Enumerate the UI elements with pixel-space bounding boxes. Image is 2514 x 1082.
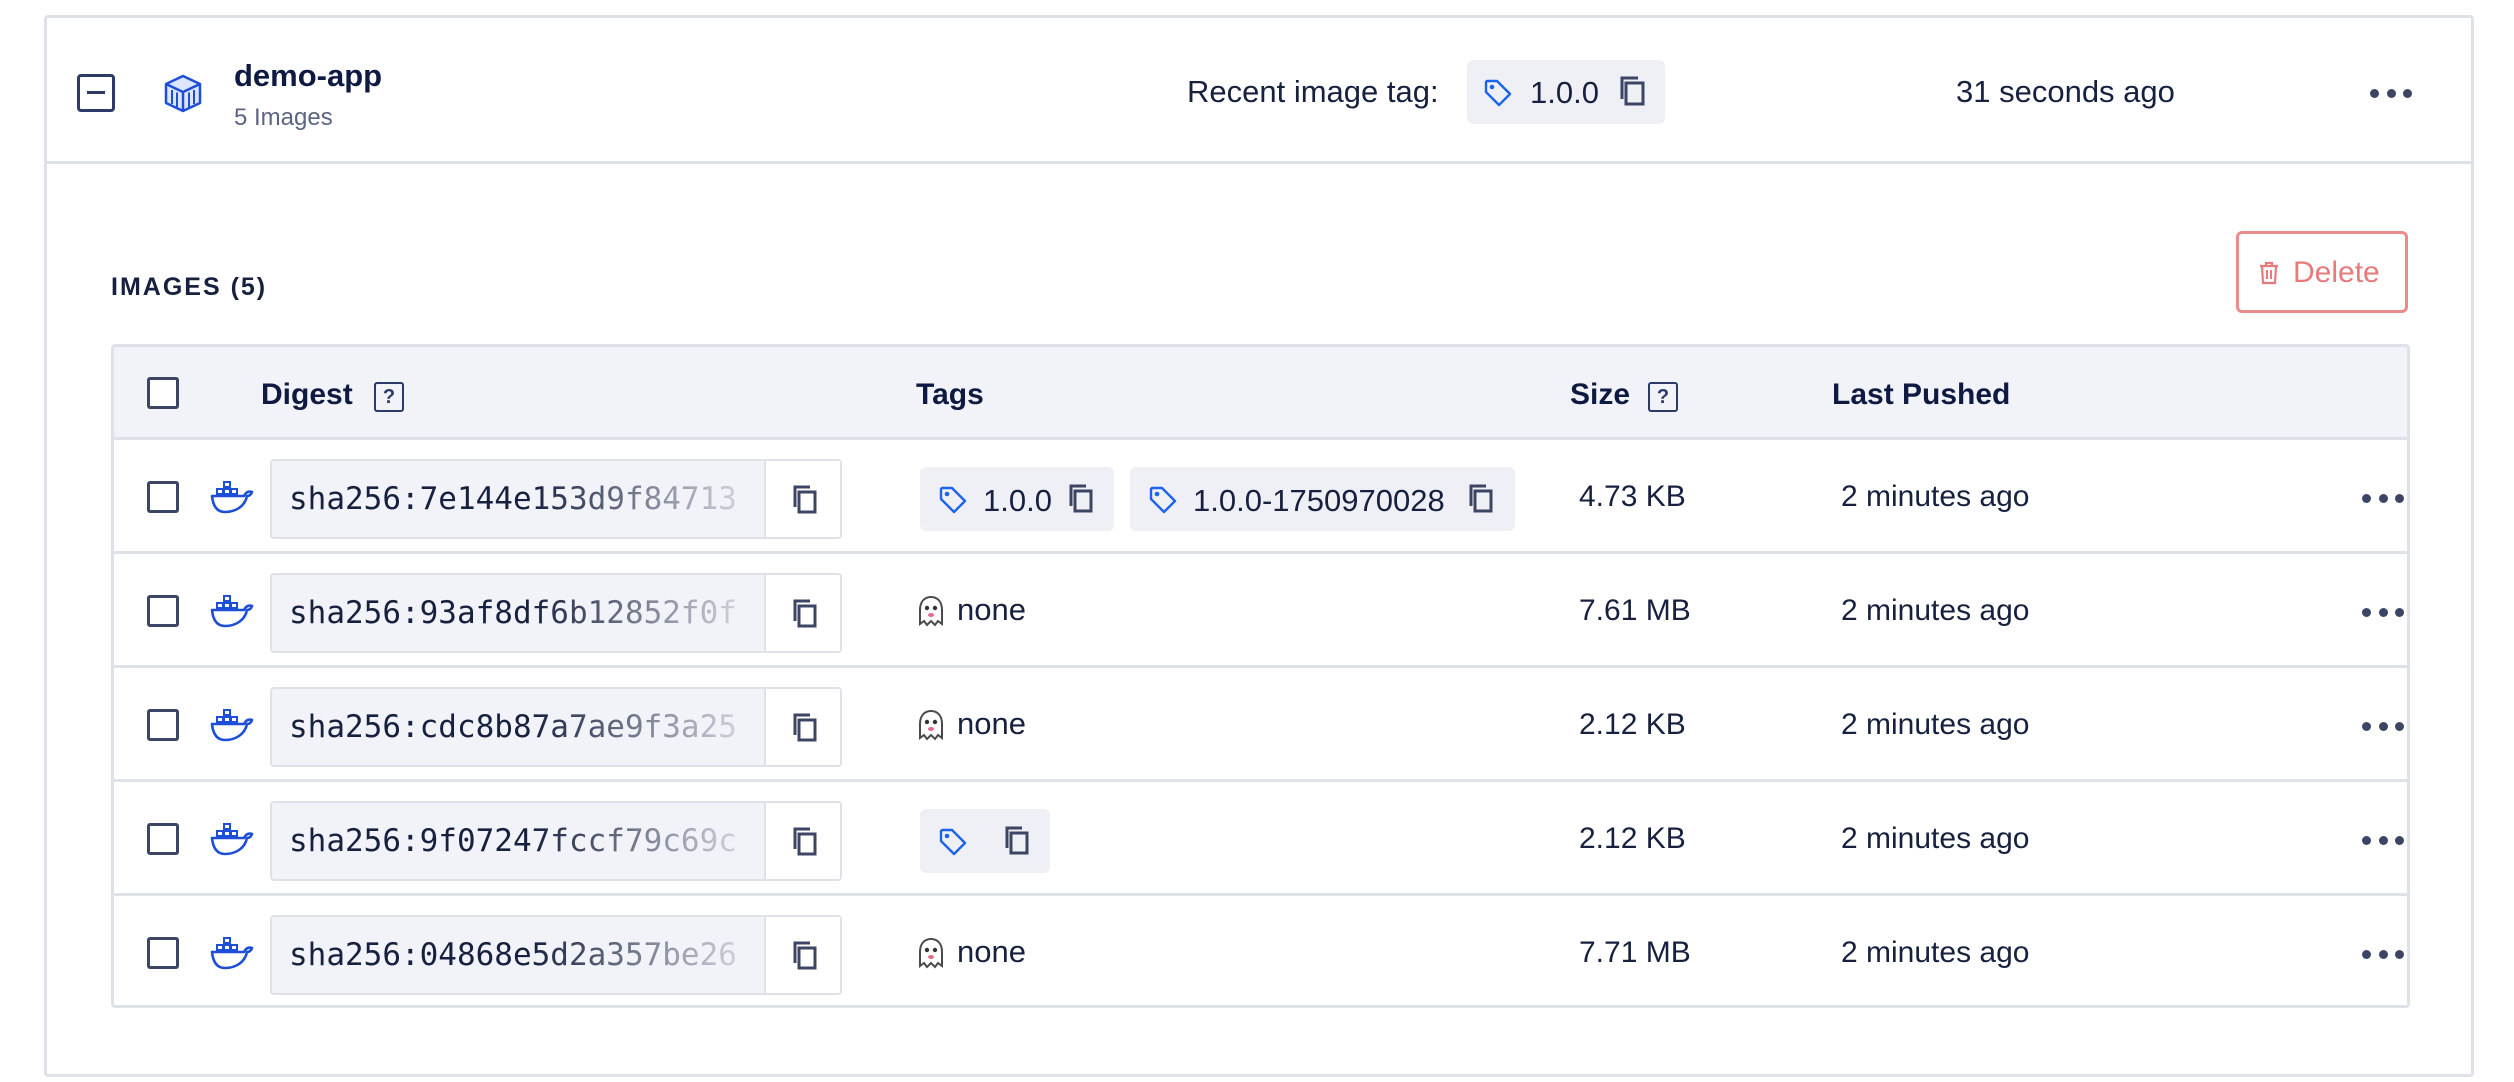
recent-tag-value: 1.0.0 (1530, 75, 1599, 110)
row-checkbox[interactable] (147, 709, 179, 741)
image-count: 5 Images (234, 104, 333, 131)
row-menu-button[interactable] (2362, 832, 2404, 848)
tag-chip: 1.0.0 (920, 467, 1114, 531)
copy-digest-button[interactable] (764, 461, 840, 537)
table-row[interactable]: sha256:04868e5d2a357be26 none 7.71 MB 2 … (114, 896, 2407, 1005)
copy-icon (793, 941, 817, 970)
last-pushed: 2 minutes ago (1841, 822, 2030, 855)
copy-icon[interactable] (1466, 482, 1496, 514)
more-horizontal-icon (2362, 721, 2371, 731)
copy-icon[interactable] (1617, 74, 1649, 108)
more-horizontal-icon (2362, 835, 2371, 845)
images-table: Digest ? Tags Size ? Last Pushed sha256:… (111, 344, 2410, 1008)
last-pushed: 2 minutes ago (1841, 708, 2030, 741)
row-menu-button[interactable] (2362, 718, 2404, 734)
tag-value: 1.0.0 (983, 483, 1052, 518)
table-header: Digest ? Tags Size ? Last Pushed (114, 347, 2407, 440)
select-all-checkbox[interactable] (147, 377, 179, 409)
more-horizontal-icon (2362, 607, 2371, 617)
row-checkbox[interactable] (147, 823, 179, 855)
row-menu-button[interactable] (2362, 946, 2404, 962)
column-header-digest[interactable]: Digest (261, 378, 353, 412)
copy-icon[interactable] (1066, 482, 1096, 514)
recent-tag-label: Recent image tag: (1187, 74, 1439, 109)
copy-icon[interactable] (1002, 824, 1032, 856)
digest-field[interactable]: sha256:cdc8b87a7ae9f3a25 (270, 687, 842, 767)
row-checkbox[interactable] (147, 481, 179, 513)
table-row[interactable]: sha256:93af8df6b12852f0f none 7.61 MB 2 … (114, 554, 2407, 668)
docker-whale-icon (210, 937, 254, 970)
images-section-title: IMAGES (5) (111, 273, 268, 301)
repository-menu-button[interactable] (2370, 85, 2412, 101)
delete-label: Delete (2293, 256, 2380, 289)
table-row[interactable]: sha256:cdc8b87a7ae9f3a25 none 2.12 KB 2 … (114, 668, 2407, 782)
recent-tag-chip: 1.0.0 (1467, 60, 1665, 124)
copy-digest-button[interactable] (764, 803, 840, 879)
more-horizontal-icon (2362, 949, 2371, 959)
copy-icon (793, 485, 817, 514)
row-checkbox[interactable] (147, 937, 179, 969)
docker-whale-icon (210, 823, 254, 856)
image-size: 2.12 KB (1579, 708, 1686, 741)
delete-button[interactable]: Delete (2236, 231, 2408, 313)
help-icon[interactable]: ? (374, 382, 404, 412)
tag-icon (939, 486, 967, 514)
help-icon[interactable]: ? (1648, 382, 1678, 412)
tag-icon (1149, 486, 1177, 514)
column-header-tags: Tags (916, 378, 984, 411)
docker-whale-icon (210, 481, 254, 514)
repository-header: demo-app 5 Images Recent image tag: 1.0.… (47, 18, 2471, 164)
tag-icon (1484, 79, 1512, 107)
digest-field[interactable]: sha256:04868e5d2a357be26 (270, 915, 842, 995)
untagged-label: none (957, 592, 1026, 627)
untagged-label: none (957, 934, 1026, 969)
more-horizontal-icon (2370, 88, 2379, 98)
image-size: 7.61 MB (1579, 594, 1691, 627)
container-box-icon (164, 74, 202, 113)
tag-chip: 1.0.0-1750970028 (1130, 467, 1515, 531)
trash-icon (2260, 261, 2278, 285)
copy-digest-button[interactable] (764, 917, 840, 993)
copy-icon (793, 713, 817, 742)
repository-name[interactable]: demo-app (234, 58, 382, 94)
docker-whale-icon (210, 709, 254, 742)
column-header-last-pushed[interactable]: Last Pushed (1832, 378, 2010, 412)
row-checkbox[interactable] (147, 595, 179, 627)
more-horizontal-icon (2362, 493, 2371, 503)
tag-icon (939, 828, 967, 856)
untagged-label: none (957, 706, 1026, 741)
copy-digest-button[interactable] (764, 689, 840, 765)
digest-field[interactable]: sha256:9f07247fccf79c69c (270, 801, 842, 881)
docker-whale-icon (210, 595, 254, 628)
image-size: 7.71 MB (1579, 936, 1691, 969)
copy-icon (793, 827, 817, 856)
copy-digest-button[interactable] (764, 575, 840, 651)
tag-chip (920, 809, 1050, 873)
row-menu-button[interactable] (2362, 604, 2404, 620)
digest-field[interactable]: sha256:93af8df6b12852f0f (270, 573, 842, 653)
ghost-icon (919, 595, 943, 627)
ghost-icon (919, 709, 943, 741)
last-updated: 31 seconds ago (1956, 74, 2175, 109)
column-header-size[interactable]: Size (1570, 378, 1630, 412)
image-size: 4.73 KB (1579, 480, 1686, 513)
tag-value: 1.0.0-1750970028 (1193, 483, 1445, 518)
row-menu-button[interactable] (2362, 490, 2404, 506)
last-pushed: 2 minutes ago (1841, 936, 2030, 969)
table-row[interactable]: sha256:7e144e153d9f84713 1.0.0 1.0.0-175… (114, 440, 2407, 554)
table-row[interactable]: sha256:9f07247fccf79c69c 2.12 KB 2 minut… (114, 782, 2407, 896)
copy-icon (793, 599, 817, 628)
image-size: 2.12 KB (1579, 822, 1686, 855)
digest-field[interactable]: sha256:7e144e153d9f84713 (270, 459, 842, 539)
collapse-button[interactable] (77, 74, 115, 112)
repository-panel: demo-app 5 Images Recent image tag: 1.0.… (44, 15, 2474, 1077)
last-pushed: 2 minutes ago (1841, 594, 2030, 627)
last-pushed: 2 minutes ago (1841, 480, 2030, 513)
ghost-icon (919, 937, 943, 969)
